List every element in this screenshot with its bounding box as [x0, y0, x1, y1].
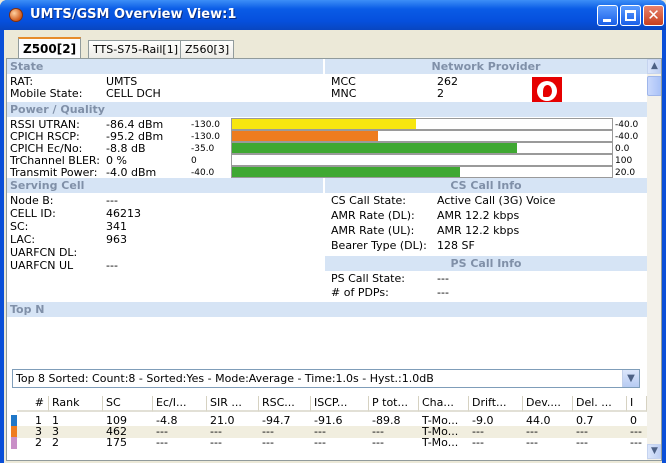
table-row[interactable]: 2 2 175 --- --- --- --- --- T-Mo... --- --- --- ---: [11, 437, 647, 449]
cs-call-value: Active Call (3G) Voice: [437, 194, 556, 207]
table-column-header[interactable]: #: [17, 396, 49, 412]
table-column-header[interactable]: Dev....: [523, 396, 573, 412]
pq-bar: [231, 130, 613, 142]
tab-z500[interactable]: Z500[2]: [18, 37, 82, 59]
ps-call-label: # of PDPs:: [331, 286, 389, 299]
cs-call-header: CS Call Info: [325, 178, 647, 193]
ps-call-header: PS Call Info: [325, 256, 647, 271]
logo-drop: [543, 85, 552, 97]
serving-cell-label: UARFCN UL: [10, 259, 74, 272]
serving-cell-value: 341: [106, 220, 127, 233]
pq-bar: [231, 142, 613, 154]
serving-cell-label: CELL ID:: [10, 207, 56, 220]
close-button[interactable]: ✕: [643, 5, 664, 26]
vertical-scrollbar[interactable]: ▲ ▼: [647, 59, 661, 460]
close-icon: ✕: [647, 6, 660, 24]
table-column-header[interactable]: Ec/I...: [153, 396, 207, 412]
table-cell: ---: [372, 437, 384, 449]
pq-bar-fill: [232, 143, 517, 153]
app-window: UMTS/GSM Overview View:1 ✕ Z500[2] TTS-S…: [0, 0, 666, 463]
pq-bar-fill: [232, 119, 417, 129]
serving-cell-value: 963: [106, 233, 127, 246]
ps-call-label: PS Call State:: [331, 272, 405, 285]
device-tabs: Z500[2] TTS-S75-Rail[1] Z560[3]: [4, 30, 662, 60]
serving-cell-label: Node B:: [10, 194, 54, 207]
table-cell: ---: [576, 437, 588, 449]
mobile-state-value: CELL DCH: [106, 87, 161, 100]
pq-bar-fill: [232, 167, 460, 177]
top-n-header: Top N: [7, 302, 647, 317]
row-color-marker: [11, 437, 17, 449]
state-header: State: [7, 59, 323, 74]
app-icon: [9, 8, 23, 22]
table-cell: T-Mo...: [422, 437, 459, 449]
vodafone-logo: [532, 77, 562, 105]
table-column-header[interactable]: I: [627, 396, 647, 412]
table-cell: ---: [630, 437, 642, 449]
top-n-dropdown[interactable]: Top 8 Sorted: Count:8 - Sorted:Yes - Mod…: [12, 369, 640, 388]
cs-call-value: AMR 12.2 kbps: [437, 224, 520, 237]
tab-z560[interactable]: Z560[3]: [180, 40, 235, 58]
table-cell: ---: [314, 437, 326, 449]
table-cell: ---: [472, 437, 484, 449]
table-cell: ---: [156, 437, 168, 449]
table-column-header[interactable]: Del. ...: [573, 396, 627, 412]
maximize-icon: [625, 10, 636, 21]
table-column-header[interactable]: SC: [103, 396, 153, 412]
window-client: Z500[2] TTS-S75-Rail[1] Z560[3] State RA…: [4, 30, 662, 463]
maximize-button[interactable]: [620, 5, 641, 26]
table-cell: ---: [210, 437, 222, 449]
serving-cell-header: Serving Cell: [7, 178, 323, 193]
mnc-label: MNC: [331, 87, 357, 100]
cs-call-value: AMR 12.2 kbps: [437, 209, 520, 222]
window-title: UMTS/GSM Overview View:1: [30, 7, 237, 22]
cs-call-value: 128 SF: [437, 239, 475, 252]
table-column-header[interactable]: ISCP...: [311, 396, 369, 412]
table-column-header[interactable]: P tot...: [369, 396, 419, 412]
table-column-header[interactable]: Drift...: [469, 396, 523, 412]
table-column-header[interactable]: Rank: [49, 396, 103, 412]
title-bar[interactable]: UMTS/GSM Overview View:1 ✕: [0, 0, 666, 30]
serving-cell-label: UARFCN DL:: [10, 246, 78, 259]
minimize-button[interactable]: [597, 5, 618, 26]
serving-cell-value: ---: [106, 259, 118, 272]
table-cell: 175: [106, 437, 127, 449]
top-n-selected: Top 8 Sorted: Count:8 - Sorted:Yes - Mod…: [16, 372, 434, 385]
power-quality-header: Power / Quality: [7, 102, 647, 117]
table-column-header[interactable]: Cha...: [419, 396, 469, 412]
cs-call-label: AMR Rate (DL):: [331, 209, 415, 222]
table-cell: ---: [262, 437, 274, 449]
scroll-thumb[interactable]: [647, 76, 661, 96]
mobile-state-label: Mobile State:: [10, 87, 83, 100]
table-cell: ---: [526, 437, 538, 449]
top-n-table-header: # Rank SC Ec/I... SIR ... RSC... ISCP... P tot.…: [17, 394, 647, 414]
mnc-value: 2: [437, 87, 444, 100]
pq-bar: [231, 166, 613, 178]
network-provider-header: Network Provider: [325, 59, 647, 74]
scroll-up-button[interactable]: ▲: [647, 59, 661, 74]
cs-call-label: CS Call State:: [331, 194, 407, 207]
ps-call-value: ---: [437, 286, 449, 299]
ps-call-value: ---: [437, 272, 449, 285]
overview-panel: State RAT: UMTS Mobile State: CELL DCH N…: [6, 58, 662, 461]
table-column-header[interactable]: SIR ...: [207, 396, 259, 412]
pq-bar: [231, 154, 613, 166]
cs-call-label: Bearer Type (DL):: [331, 239, 427, 252]
tab-tts-s75-rail[interactable]: TTS-S75-Rail[1]: [88, 40, 183, 58]
serving-cell-label: LAC:: [10, 233, 36, 246]
table-column-header[interactable]: RSC...: [259, 396, 311, 412]
serving-cell-value: 46213: [106, 207, 141, 220]
serving-cell-label: SC:: [10, 220, 29, 233]
serving-cell-value: ---: [106, 194, 118, 207]
minimize-icon: [603, 19, 611, 22]
cs-call-label: AMR Rate (UL):: [331, 224, 415, 237]
pq-bar: [231, 118, 613, 130]
chevron-down-icon[interactable]: ▼: [622, 370, 639, 387]
table-cell: 2: [52, 437, 59, 449]
scroll-down-button[interactable]: ▼: [647, 444, 661, 459]
pq-bar-fill: [232, 131, 379, 141]
